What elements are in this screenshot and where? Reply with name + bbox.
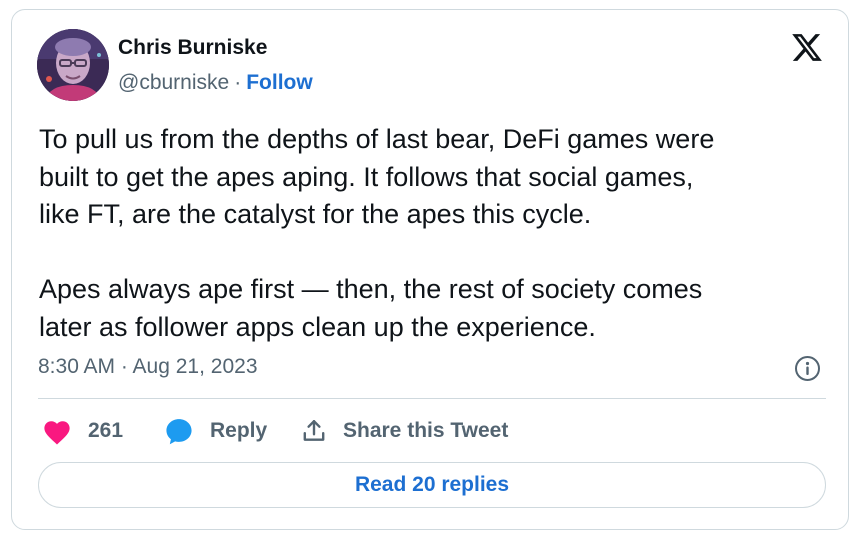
heart-icon	[44, 420, 70, 445]
like-count: 261	[88, 419, 124, 442]
author-handle[interactable]: @cburniske	[118, 71, 229, 94]
author-handle-row: @cburniske · Follow	[118, 71, 313, 95]
tweet-timestamp[interactable]: 8:30 AM · Aug 21, 2023	[38, 355, 258, 379]
divider	[38, 398, 826, 399]
share-upload-icon	[303, 420, 325, 441]
speech-bubble-icon	[166, 418, 192, 444]
like-button[interactable]: 261	[42, 414, 123, 448]
avatar-portrait-image	[37, 29, 109, 101]
follow-link[interactable]: Follow	[246, 71, 313, 94]
author-name[interactable]: Chris Burniske	[118, 36, 267, 60]
share-button[interactable]: Share this Tweet	[301, 414, 508, 448]
read-replies-button[interactable]: Read 20 replies	[38, 462, 826, 508]
tweet-text: To pull us from the depths of last bear,…	[39, 124, 715, 342]
info-icon[interactable]	[794, 355, 821, 382]
share-label: Share this Tweet	[343, 419, 509, 442]
x-logo-icon[interactable]	[790, 31, 824, 64]
reply-button[interactable]: Reply	[164, 414, 267, 448]
reply-label: Reply	[210, 419, 268, 442]
separator-dot: ·	[234, 71, 242, 94]
tweet-card: Chris Burniske @cburniske · Follow To pull…	[11, 9, 849, 530]
author-avatar[interactable]	[37, 29, 109, 101]
